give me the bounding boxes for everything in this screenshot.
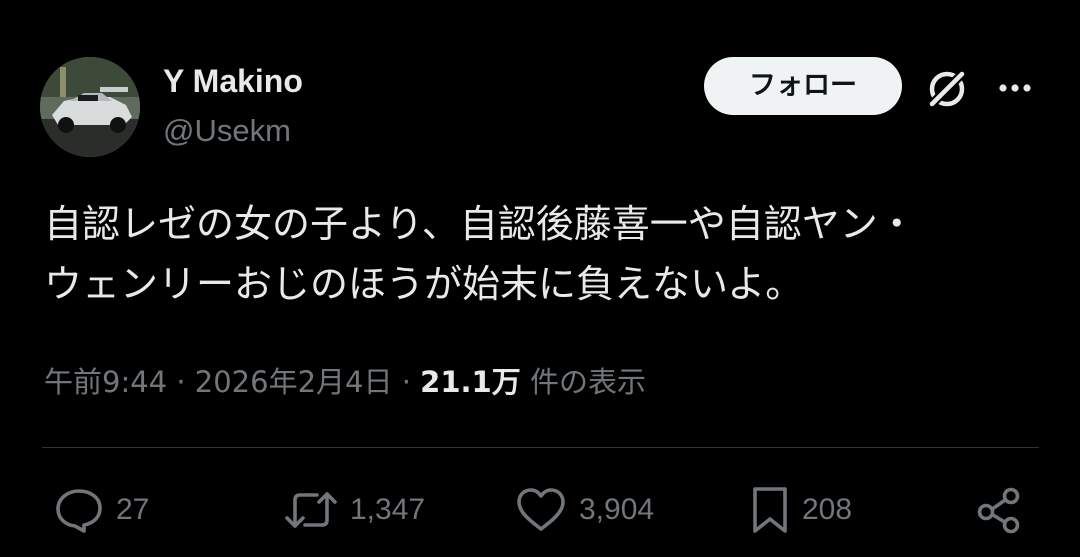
like-button[interactable]: 3,904 — [515, 484, 654, 536]
share-button[interactable] — [974, 484, 1024, 536]
avatar[interactable] — [40, 57, 140, 157]
divider — [42, 447, 1039, 448]
tweet-meta: 午前9:44 · 2026年2月4日 · 21.1万 件の表示 — [44, 360, 646, 404]
tweet-time[interactable]: 午前9:44 — [44, 365, 167, 399]
tweet-date[interactable]: 2026年2月4日 — [195, 365, 393, 399]
race-car-image — [40, 57, 140, 157]
author-display-name[interactable]: Y Makino — [163, 62, 303, 100]
tweet-text-line: ウェンリーおじのほうが始末に負えないよ。 — [44, 262, 804, 306]
views-count[interactable]: 21.1万 — [420, 365, 521, 399]
meta-separator: · — [176, 365, 186, 399]
reply-button[interactable]: 27 — [54, 484, 149, 536]
repost-count: 1,347 — [350, 493, 426, 526]
tweet-text-line: 自認レゼの女の子より、自認後藤喜一や自認ヤン・ — [44, 202, 916, 246]
author-handle[interactable]: @Usekm — [163, 112, 291, 150]
tweet-text: 自認レゼの女の子より、自認後藤喜一や自認ヤン・ ウェンリーおじのほうが始末に負え… — [44, 194, 1044, 314]
grok-icon[interactable] — [922, 64, 972, 114]
meta-separator: · — [401, 365, 411, 399]
reply-icon — [56, 489, 102, 533]
more-icon[interactable] — [994, 70, 1036, 106]
like-count: 3,904 — [579, 493, 655, 526]
share-icon — [977, 487, 1020, 534]
repost-button[interactable]: 1,347 — [284, 484, 425, 536]
repost-icon — [285, 492, 337, 528]
reply-count: 27 — [116, 493, 150, 526]
views-label: 件の表示 — [529, 365, 646, 399]
like-icon — [517, 488, 565, 531]
bookmark-count: 208 — [802, 493, 853, 526]
bookmark-icon — [753, 487, 787, 533]
follow-button[interactable]: フォロー — [704, 57, 902, 115]
bookmark-button[interactable]: 208 — [750, 484, 852, 536]
